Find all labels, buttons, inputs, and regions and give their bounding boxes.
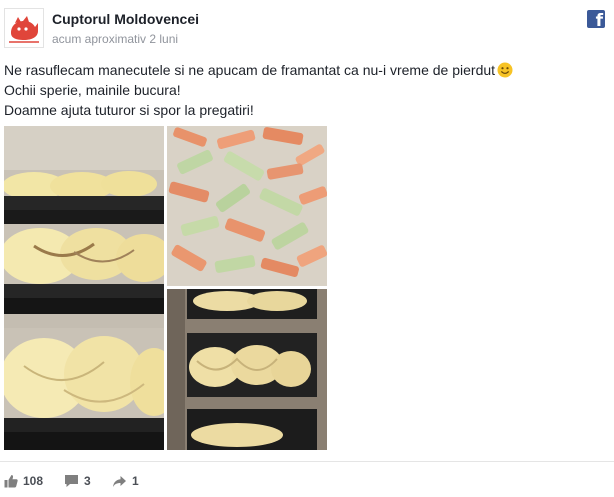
post-text-line-3: Doamne ajuta tuturor si spor la pregatir… [4, 102, 254, 118]
photo-dough-in-tins[interactable] [167, 289, 327, 450]
page-name-link[interactable]: Cuptorul Moldovencei [52, 11, 199, 27]
thumbs-up-icon [4, 475, 18, 488]
post-timestamp[interactable]: acum aproximativ 2 luni [52, 32, 178, 46]
like-button[interactable]: 108 [4, 474, 43, 488]
like-count: 108 [23, 474, 44, 488]
post-text: Ne rasuflecam manecutele si ne apucam de… [4, 60, 604, 120]
comment-button[interactable]: 3 [64, 474, 91, 488]
share-count: 1 [132, 474, 139, 488]
footer-divider [0, 461, 614, 462]
comment-icon [65, 475, 78, 487]
share-button[interactable]: 1 [112, 474, 139, 488]
cat-logo-icon [9, 16, 39, 43]
facebook-post-embed: Cuptorul Moldovencei acum aproximativ 2 … [0, 0, 614, 497]
share-arrow-icon [113, 475, 126, 487]
facebook-icon[interactable]: f [587, 10, 605, 30]
post-text-line-2: Ochii sperie, mainile bucura! [4, 82, 181, 98]
photo-grid [4, 126, 327, 450]
photo-braided-loaves[interactable] [4, 126, 164, 450]
post-text-line: Ne rasuflecam manecutele si ne apucam de… [4, 60, 604, 80]
photo-candied-fruit[interactable] [167, 126, 327, 286]
smiley-emoji-icon [497, 62, 513, 78]
comment-count: 3 [84, 474, 91, 488]
page-avatar[interactable] [4, 8, 44, 48]
post-text-line-1: Ne rasuflecam manecutele si ne apucam de… [4, 62, 496, 78]
